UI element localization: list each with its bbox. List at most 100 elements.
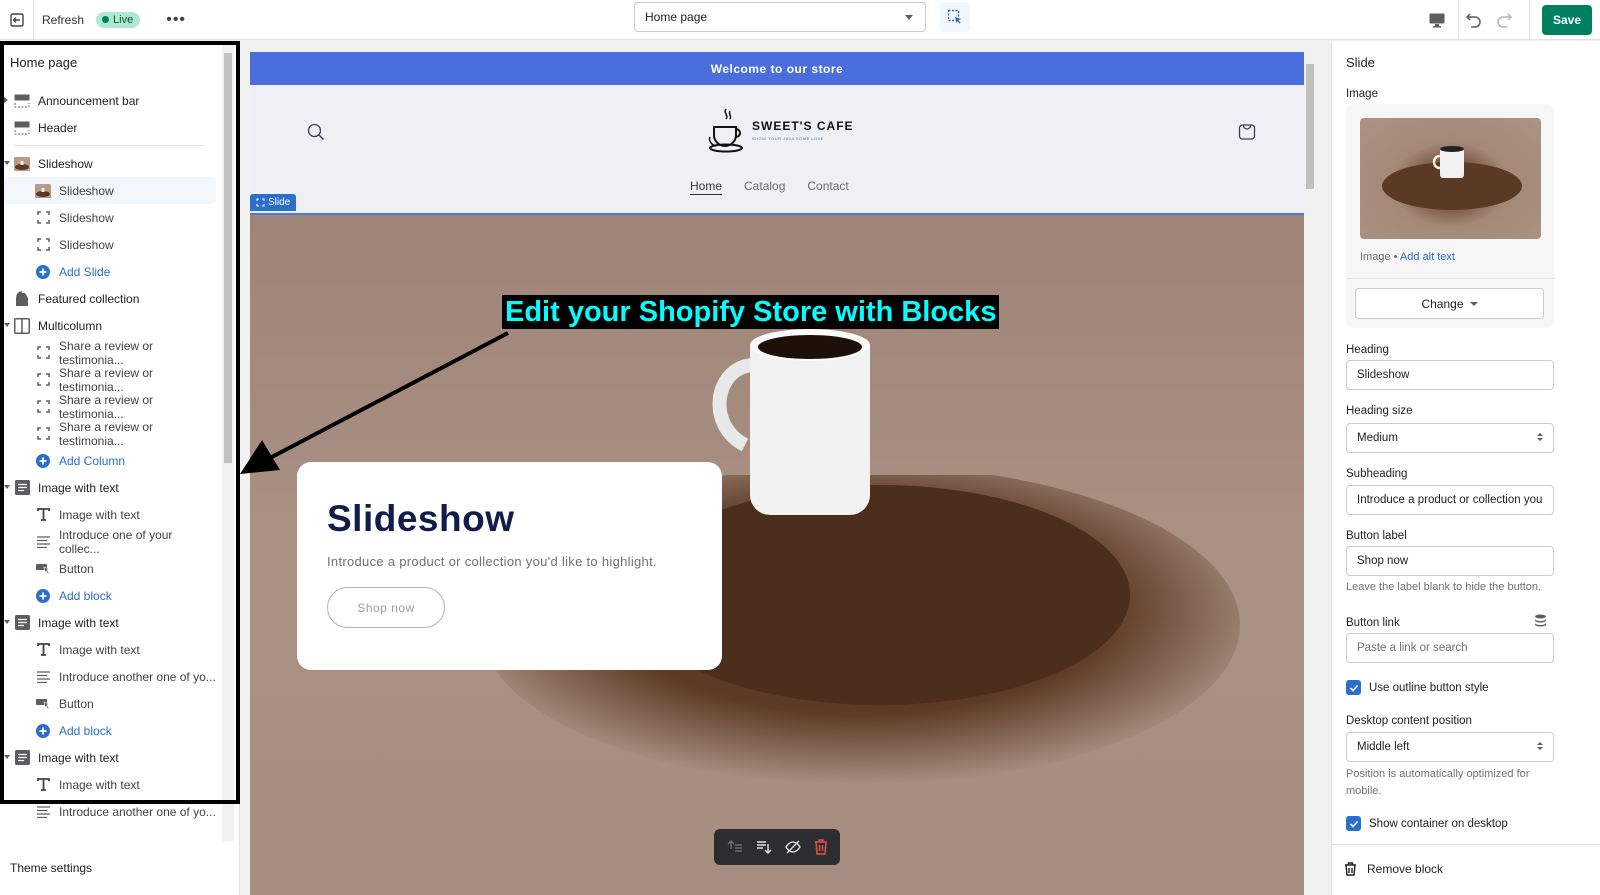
store-search-button[interactable] bbox=[307, 123, 325, 144]
section-item-announcement-bar[interactable]: Announcement bar bbox=[4, 87, 216, 114]
block-item-introduce-another-one-of-yo[interactable]: Introduce another one of yo... bbox=[4, 798, 216, 825]
block-item-button[interactable]: Button bbox=[4, 555, 216, 582]
sidebar-scrollbar[interactable] bbox=[222, 41, 234, 841]
block-item-share-a-review-or-testimonia[interactable]: Share a review or testimonia... bbox=[4, 420, 216, 448]
coffee-mug-image bbox=[712, 329, 870, 515]
tree-item-label: Slideshow bbox=[38, 156, 93, 171]
block-item-introduce-one-of-your-collec[interactable]: Introduce one of your collec... bbox=[4, 528, 216, 556]
block-item-slideshow[interactable]: Slideshow bbox=[4, 204, 216, 231]
exit-button[interactable] bbox=[0, 0, 34, 40]
add-item-add-block[interactable]: Add block bbox=[4, 717, 216, 744]
block-item-image-with-text[interactable]: Image with text bbox=[4, 636, 216, 663]
add-alt-text-link[interactable]: Add alt text bbox=[1400, 251, 1455, 263]
slideshow-slide[interactable]: Edit your Shopify Store with Blocks Slid… bbox=[250, 213, 1304, 895]
block-item-button[interactable]: Button bbox=[4, 690, 216, 717]
section-item-image-with-text[interactable]: Image with text bbox=[4, 609, 216, 636]
scrollbar-thumb[interactable] bbox=[224, 53, 232, 463]
collapse-arrow-icon[interactable] bbox=[4, 755, 10, 759]
shop-now-button[interactable]: Shop now bbox=[327, 587, 445, 628]
nav-home[interactable]: Home bbox=[690, 179, 722, 193]
redo-button[interactable] bbox=[1489, 0, 1519, 40]
slide-block-tag[interactable]: Slide bbox=[250, 194, 297, 211]
database-icon bbox=[1535, 614, 1546, 627]
more-actions-button[interactable]: ••• bbox=[166, 11, 186, 27]
block-item-share-a-review-or-testimonia[interactable]: Share a review or testimonia... bbox=[4, 339, 216, 367]
dynamic-source-button[interactable] bbox=[1534, 614, 1547, 630]
add-item-add-column[interactable]: Add Column bbox=[4, 447, 216, 474]
tree-item-label: Slideshow bbox=[59, 237, 114, 252]
block-item-share-a-review-or-testimonia[interactable]: Share a review or testimonia... bbox=[4, 366, 216, 394]
show-container-checkbox[interactable]: Show container on desktop bbox=[1346, 816, 1508, 831]
tree-item-label: Add Column bbox=[59, 453, 126, 468]
nav-contact[interactable]: Contact bbox=[807, 179, 848, 193]
block-item-slideshow[interactable]: Slideshow bbox=[4, 231, 216, 258]
block-item-slideshow[interactable]: Slideshow bbox=[4, 177, 216, 204]
content-position-select[interactable]: Middle left bbox=[1346, 732, 1554, 762]
button-link-input[interactable]: Paste a link or search bbox=[1346, 633, 1554, 663]
subheading-label: Subheading bbox=[1346, 468, 1408, 480]
preview-scrollbar[interactable] bbox=[1304, 52, 1316, 895]
block-item-image-with-text[interactable]: Image with text bbox=[4, 771, 216, 798]
checkbox-checked-icon[interactable] bbox=[1346, 816, 1361, 831]
text-lines-icon bbox=[35, 804, 51, 820]
refresh-button[interactable]: Refresh bbox=[42, 13, 84, 27]
viewport-desktop-button[interactable] bbox=[1416, 0, 1458, 40]
section-item-slideshow[interactable]: Slideshow bbox=[4, 150, 216, 177]
store-logo[interactable]: SWEET'S CAFE SHOW YOUR JAVA SOME LOVE bbox=[708, 107, 854, 153]
page-select[interactable]: Home page bbox=[634, 2, 926, 32]
store-header[interactable]: SWEET'S CAFE SHOW YOUR JAVA SOME LOVE Ho… bbox=[250, 85, 1304, 213]
subheading-input[interactable]: Introduce a product or collection you bbox=[1346, 485, 1554, 515]
text-lines-icon bbox=[35, 669, 51, 685]
settings-footer: Remove block bbox=[1332, 844, 1600, 895]
block-item-share-a-review-or-testimonia[interactable]: Share a review or testimonia... bbox=[4, 393, 216, 421]
save-button[interactable]: Save bbox=[1542, 5, 1592, 35]
heading-size-select[interactable]: Medium bbox=[1346, 423, 1554, 453]
trash-icon bbox=[1345, 862, 1356, 876]
collapse-arrow-icon[interactable] bbox=[4, 485, 10, 489]
collapse-arrow-icon[interactable] bbox=[4, 323, 10, 327]
heading-input[interactable]: Slideshow bbox=[1346, 360, 1554, 390]
columns-icon bbox=[14, 317, 30, 334]
outline-button-checkbox[interactable]: Use outline button style bbox=[1346, 680, 1489, 695]
theme-settings-link[interactable]: Theme settings bbox=[10, 861, 92, 875]
section-item-image-with-text[interactable]: Image with text bbox=[4, 744, 216, 771]
tree-item-label: Image with text bbox=[59, 642, 140, 657]
plus-circle-icon bbox=[35, 453, 51, 469]
hide-eye-icon[interactable] bbox=[784, 839, 801, 855]
section-item-multicolumn[interactable]: Multicolumn bbox=[4, 312, 216, 339]
section-item-featured-collection[interactable]: Featured collection bbox=[4, 285, 216, 312]
remove-block-button[interactable]: Remove block bbox=[1344, 862, 1443, 876]
move-up-icon[interactable] bbox=[727, 839, 743, 855]
block-toolbar bbox=[714, 829, 840, 865]
undo-button[interactable] bbox=[1459, 0, 1489, 40]
nav-catalog[interactable]: Catalog bbox=[744, 179, 785, 193]
store-cart-button[interactable] bbox=[1238, 123, 1256, 144]
section-item-image-with-text[interactable]: Image with text bbox=[4, 474, 216, 501]
move-down-icon[interactable] bbox=[756, 839, 772, 855]
document-icon bbox=[14, 750, 30, 766]
block-item-image-with-text[interactable]: Image with text bbox=[4, 501, 216, 528]
inspector-toggle-button[interactable] bbox=[940, 2, 970, 32]
tree-item-label: Add block bbox=[59, 588, 112, 603]
block-item-introduce-another-one-of-yo[interactable]: Introduce another one of yo... bbox=[4, 663, 216, 690]
slide-image-thumbnail[interactable] bbox=[1360, 118, 1541, 239]
delete-trash-icon[interactable] bbox=[814, 839, 828, 855]
announcement-bar[interactable]: Welcome to our store bbox=[250, 52, 1304, 85]
button-label-input[interactable]: Shop now bbox=[1346, 546, 1554, 576]
add-item-add-block[interactable]: Add block bbox=[4, 582, 216, 609]
section-item-header[interactable]: Header bbox=[4, 114, 216, 141]
block-settings-panel: Slide Image Image • Add alt text Change … bbox=[1331, 41, 1600, 895]
change-image-button[interactable]: Change bbox=[1355, 288, 1544, 319]
add-item-add-slide[interactable]: Add Slide bbox=[4, 258, 216, 285]
desktop-icon bbox=[1429, 13, 1445, 27]
expand-arrow-icon[interactable] bbox=[4, 97, 8, 103]
checkbox-checked-icon[interactable] bbox=[1346, 680, 1361, 695]
remove-block-label: Remove block bbox=[1367, 862, 1444, 876]
image-caption-prefix: Image • bbox=[1360, 251, 1400, 263]
text-t-icon bbox=[35, 507, 51, 523]
slide-tag-label: Slide bbox=[268, 197, 291, 208]
dashed-square-icon bbox=[35, 372, 51, 388]
scrollbar-thumb[interactable] bbox=[1306, 64, 1314, 189]
collapse-arrow-icon[interactable] bbox=[4, 620, 10, 624]
collapse-arrow-icon[interactable] bbox=[4, 161, 10, 165]
